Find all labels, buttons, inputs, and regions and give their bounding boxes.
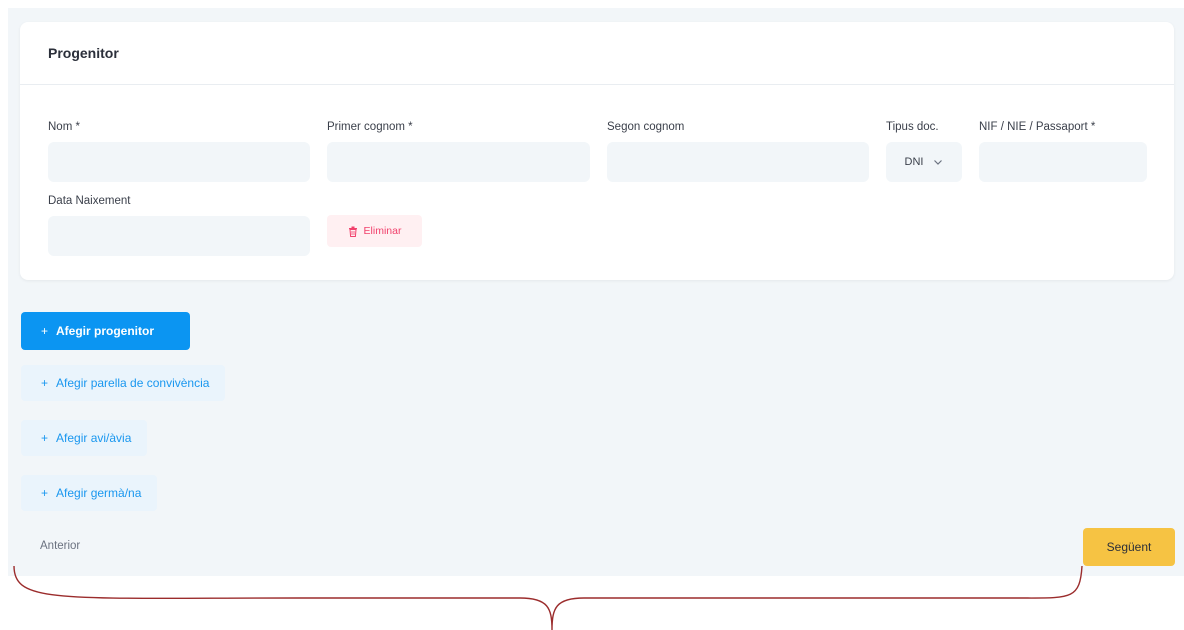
- plus-icon: +: [41, 324, 49, 338]
- add-germa-button[interactable]: + Afegir germà/na: [21, 475, 158, 511]
- nom-input[interactable]: [48, 142, 310, 182]
- annotation-brace: [13, 565, 1083, 630]
- card-header: Progenitor: [20, 22, 1174, 85]
- delete-button[interactable]: Eliminar: [327, 215, 422, 247]
- plus-icon: +: [41, 486, 49, 500]
- previous-link[interactable]: Anterior: [40, 540, 80, 552]
- data-naixement-input[interactable]: [48, 216, 310, 256]
- tipus-doc-label: Tipus doc.: [886, 121, 939, 133]
- progenitor-card: Progenitor Nom * Primer cognom * Segon c…: [20, 22, 1174, 280]
- trash-icon: [348, 226, 357, 237]
- add-progenitor-button[interactable]: + Afegir progenitor: [21, 312, 190, 350]
- delete-label: Eliminar: [363, 225, 402, 237]
- add-avi-button[interactable]: + Afegir avi/àvia: [21, 420, 148, 456]
- card-title: Progenitor: [48, 45, 119, 61]
- add-parella-button[interactable]: + Afegir parella de convivència: [21, 365, 226, 401]
- primer-cognom-label: Primer cognom *: [327, 121, 413, 133]
- plus-icon: +: [41, 431, 49, 445]
- plus-icon: +: [41, 376, 49, 390]
- nif-input[interactable]: [979, 142, 1147, 182]
- tipus-doc-value: DNI: [904, 156, 924, 168]
- tipus-doc-select[interactable]: DNI: [886, 142, 962, 182]
- nom-label: Nom *: [48, 121, 80, 133]
- chevron-down-icon: [934, 160, 943, 165]
- nif-label: NIF / NIE / Passaport *: [979, 121, 1096, 133]
- segon-cognom-label: Segon cognom: [607, 121, 685, 133]
- add-progenitor-label: Afegir progenitor: [56, 324, 155, 338]
- add-avi-label: Afegir avi/àvia: [56, 431, 132, 445]
- data-naixement-label: Data Naixement: [48, 195, 131, 207]
- add-germa-label: Afegir germà/na: [56, 486, 142, 500]
- segon-cognom-input[interactable]: [607, 142, 869, 182]
- add-parella-label: Afegir parella de convivència: [56, 376, 210, 390]
- primer-cognom-input[interactable]: [327, 142, 590, 182]
